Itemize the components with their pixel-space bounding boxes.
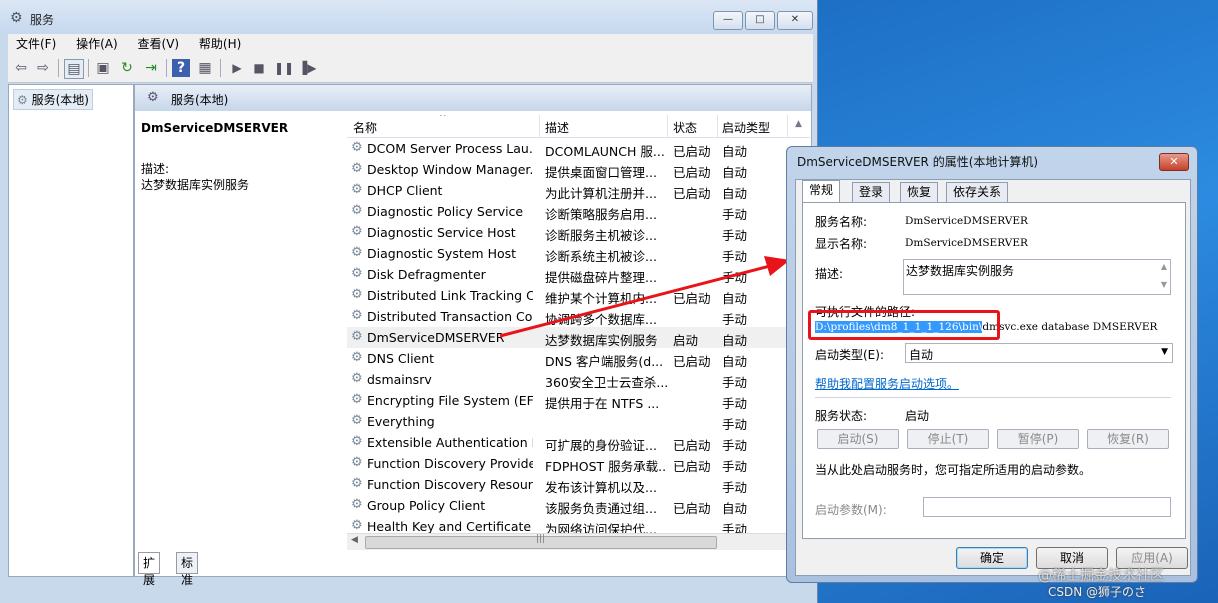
tab-dependencies[interactable]: 依存关系	[946, 182, 1009, 202]
dialog-close-button[interactable]: ✕	[1159, 153, 1189, 171]
start-params-label: 启动参数(M):	[815, 503, 887, 517]
display-name-label: 显示名称:	[815, 237, 868, 251]
service-name-label: 服务名称:	[815, 215, 868, 229]
start-params-hint: 当从此处启动服务时，您可指定所适用的启动参数。	[815, 463, 1092, 477]
description-label: 描述:	[815, 267, 844, 281]
path-rest: dmsvc.exe database DMSERVER	[982, 321, 1158, 333]
pause-button[interactable]: 暂停(P)	[997, 429, 1079, 449]
service-name-value: DmServiceDMSERVER	[905, 215, 1028, 227]
watermark: @稀土掘金技术社区	[1038, 568, 1164, 584]
path-highlight-box	[808, 310, 1000, 340]
divider	[815, 397, 1171, 398]
dialog-body: 常规 登录 恢复 依存关系 服务名称: DmServiceDMSERVER 显示…	[795, 179, 1191, 576]
resume-button[interactable]: 恢复(R)	[1087, 429, 1169, 449]
startup-type-label: 启动类型(E):	[815, 348, 884, 362]
ok-button[interactable]: 确定	[956, 547, 1028, 569]
general-tab-panel: 服务名称: DmServiceDMSERVER 显示名称: DmServiceD…	[802, 202, 1186, 539]
service-status-label: 服务状态:	[815, 409, 868, 423]
properties-dialog: DmServiceDMSERVER 的属性(本地计算机) ✕ 常规 登录 恢复 …	[786, 146, 1198, 583]
dialog-title: DmServiceDMSERVER 的属性(本地计算机)	[797, 155, 1039, 169]
display-name-value: DmServiceDMSERVER	[905, 237, 1028, 249]
scroll-up-icon[interactable]: ▲	[1161, 262, 1167, 271]
help-link[interactable]: 帮助我配置服务启动选项。	[815, 375, 959, 392]
stop-button[interactable]: 停止(T)	[907, 429, 989, 449]
tab-logon[interactable]: 登录	[852, 182, 891, 202]
tab-general[interactable]: 常规	[802, 180, 841, 203]
tab-recovery[interactable]: 恢复	[900, 182, 939, 202]
watermark-csdn: CSDN @狮子のさ	[1048, 585, 1147, 599]
scroll-down-icon[interactable]: ▼	[1161, 280, 1167, 289]
chevron-down-icon: ▼	[1161, 347, 1168, 357]
description-field-text: 达梦数据库实例服务	[906, 264, 1015, 278]
startup-type-value: 自动	[909, 348, 934, 362]
startup-type-select[interactable]: 自动 ▼	[905, 343, 1173, 363]
start-params-input[interactable]	[923, 497, 1171, 517]
service-status-value: 启动	[905, 409, 930, 423]
start-button[interactable]: 启动(S)	[817, 429, 899, 449]
description-field[interactable]: 达梦数据库实例服务 ▲ ▼	[903, 259, 1171, 295]
